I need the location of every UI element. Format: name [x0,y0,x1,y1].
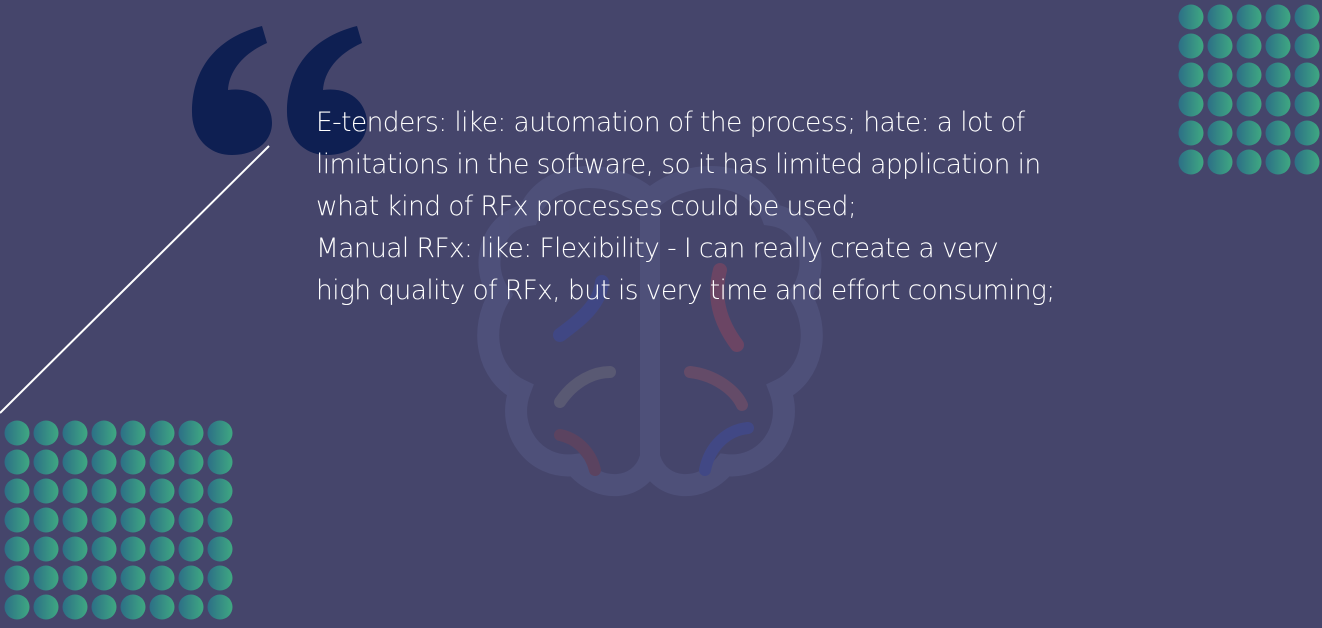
dot [178,536,204,562]
dot [120,478,146,504]
dot [62,478,88,504]
dot [1236,4,1262,30]
dot [33,565,59,591]
dot [91,420,117,446]
dot [1236,33,1262,59]
dot [1178,149,1204,175]
dot [149,507,175,533]
dot [4,478,30,504]
dot [207,594,233,620]
dot [149,594,175,620]
slide-decoration [0,4,1320,620]
dot [91,449,117,475]
dot [207,536,233,562]
dot [91,594,117,620]
dot [62,507,88,533]
quote-line: limitations in the software, so it has l… [316,149,1041,180]
dot-grid-bottom-left [4,420,233,620]
dot [62,594,88,620]
dot [1294,33,1320,59]
dot [120,565,146,591]
dot [149,478,175,504]
dot [149,449,175,475]
dot [1236,91,1262,117]
dot [1178,33,1204,59]
dot [1236,62,1262,88]
dot [1294,120,1320,146]
dot [1265,91,1291,117]
dot [1265,62,1291,88]
dot [1207,120,1233,146]
dot [1265,149,1291,175]
dot-grid-top-right [1178,4,1320,175]
dot [1207,33,1233,59]
dot [178,449,204,475]
dot [178,478,204,504]
dot [1178,4,1204,30]
dot [149,420,175,446]
dot [120,449,146,475]
dot [149,565,175,591]
dot [1207,4,1233,30]
dot [207,478,233,504]
dot [33,536,59,562]
dot [207,565,233,591]
quote-line: what kind of RFx processes could be used… [316,191,857,222]
dot [33,478,59,504]
dot [207,449,233,475]
dot [149,536,175,562]
dot [178,507,204,533]
dot [62,565,88,591]
diagonal-divider [0,145,270,414]
dot [4,420,30,446]
dot [4,507,30,533]
dot [91,478,117,504]
dot [4,449,30,475]
dot [62,536,88,562]
dot [178,420,204,446]
dot [207,420,233,446]
dot [120,420,146,446]
dot [33,594,59,620]
quote-text: E-tenders: like: automation of the proce… [316,102,1116,312]
dot [120,594,146,620]
dot [1207,62,1233,88]
dot [178,594,204,620]
dot [1178,62,1204,88]
dot [1265,33,1291,59]
dot [120,536,146,562]
dot [1294,4,1320,30]
dot [1236,149,1262,175]
dot [207,507,233,533]
dot [178,565,204,591]
dot [1178,120,1204,146]
dot [1207,91,1233,117]
dot [1294,149,1320,175]
dot [1265,120,1291,146]
dot [1294,91,1320,117]
dot [91,536,117,562]
dot [62,449,88,475]
dot [4,536,30,562]
dot [1294,62,1320,88]
dot [33,449,59,475]
dot [62,420,88,446]
dot [4,594,30,620]
dot [33,507,59,533]
dot [91,507,117,533]
quote-line: high quality of RFx, but is very time an… [316,275,1055,306]
dot [1178,91,1204,117]
dot [91,565,117,591]
dot [1265,4,1291,30]
quote-line: Manual RFx: like: Flexibility - I can re… [316,233,999,264]
dot [1236,120,1262,146]
dot [4,565,30,591]
dot [1207,149,1233,175]
dot [120,507,146,533]
dot [33,420,59,446]
quote-line: E-tenders: like: automation of the proce… [316,107,1025,138]
